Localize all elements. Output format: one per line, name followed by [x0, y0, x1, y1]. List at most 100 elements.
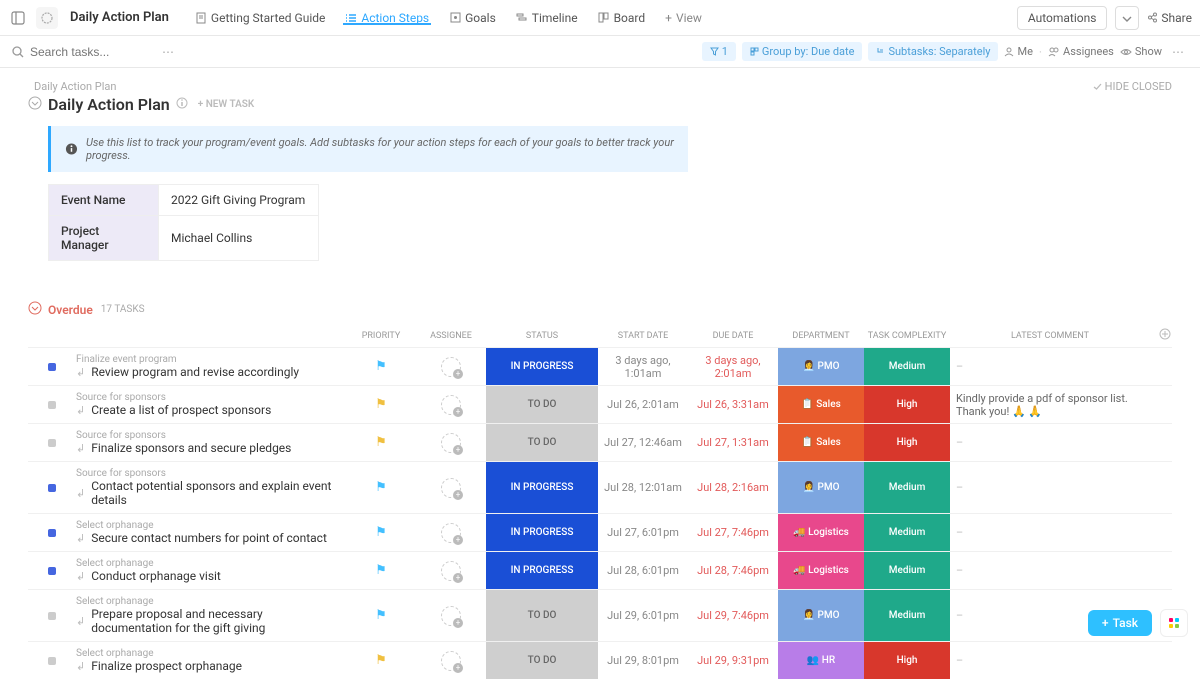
toolbar-more-button[interactable]: ⋯: [1168, 41, 1188, 63]
comment-cell[interactable]: –: [950, 348, 1150, 385]
dept-cell[interactable]: 📋 Sales: [778, 424, 864, 461]
due-date-cell[interactable]: Jul 27, 1:31am: [688, 424, 778, 461]
table-row[interactable]: Source for sponsors ↳ Contact potential …: [28, 461, 1172, 513]
dept-cell[interactable]: 🚚 Logistics: [778, 514, 864, 551]
comment-cell[interactable]: –: [950, 424, 1150, 461]
automations-chevron[interactable]: [1115, 6, 1139, 30]
table-row[interactable]: Select orphanage ↳ Prepare proposal and …: [28, 589, 1172, 641]
comment-cell[interactable]: –: [950, 462, 1150, 513]
col-comment[interactable]: LATEST COMMENT: [950, 331, 1150, 341]
task-cell[interactable]: Source for sponsors ↳ Contact potential …: [76, 462, 346, 513]
comment-cell[interactable]: –: [950, 642, 1150, 679]
task-cell[interactable]: Source for sponsors ↳ Finalize sponsors …: [76, 424, 346, 461]
priority-cell[interactable]: ⚑: [346, 462, 416, 513]
table-row[interactable]: Select orphanage ↳ Conduct orphanage vis…: [28, 551, 1172, 589]
add-column-button[interactable]: [1150, 328, 1180, 343]
dept-cell[interactable]: 👩‍💼 PMO: [778, 590, 864, 641]
new-task-fab[interactable]: + Task: [1088, 610, 1152, 636]
table-row[interactable]: Select orphanage ↳ Secure contact number…: [28, 513, 1172, 551]
status-cell[interactable]: TO DO: [486, 590, 598, 641]
assignee-cell[interactable]: [416, 424, 486, 461]
filter-pill[interactable]: 1: [702, 42, 736, 61]
dept-cell[interactable]: 👥 HR: [778, 642, 864, 679]
col-due[interactable]: DUE DATE: [688, 331, 778, 341]
tab-getting-started[interactable]: Getting Started Guide: [185, 11, 335, 25]
share-button[interactable]: Share: [1147, 11, 1192, 25]
assignee-cell[interactable]: [416, 348, 486, 385]
tab-timeline[interactable]: Timeline: [506, 11, 588, 25]
status-cell[interactable]: IN PROGRESS: [486, 552, 598, 589]
start-date-cell[interactable]: Jul 28, 6:01pm: [598, 552, 688, 589]
dept-cell[interactable]: 👩‍💼 PMO: [778, 348, 864, 385]
add-view-button[interactable]: + View: [655, 11, 712, 25]
due-date-cell[interactable]: Jul 29, 7:46pm: [688, 590, 778, 641]
col-complex[interactable]: TASK COMPLEXITY: [864, 331, 950, 341]
priority-cell[interactable]: ⚑: [346, 642, 416, 679]
info-icon[interactable]: [176, 97, 188, 112]
status-cell[interactable]: TO DO: [486, 424, 598, 461]
priority-cell[interactable]: ⚑: [346, 514, 416, 551]
assignee-cell[interactable]: [416, 386, 486, 423]
col-dept[interactable]: DEPARTMENT: [778, 331, 864, 341]
col-status[interactable]: STATUS: [486, 331, 598, 341]
col-assignee[interactable]: ASSIGNEE: [416, 331, 486, 341]
task-cell[interactable]: Select orphanage ↳ Secure contact number…: [76, 514, 346, 551]
complexity-cell[interactable]: High: [864, 424, 950, 461]
priority-cell[interactable]: ⚑: [346, 590, 416, 641]
dept-cell[interactable]: 🚚 Logistics: [778, 552, 864, 589]
dept-cell[interactable]: 📋 Sales: [778, 386, 864, 423]
start-date-cell[interactable]: Jul 29, 6:01pm: [598, 590, 688, 641]
task-cell[interactable]: Select orphanage ↳ Prepare proposal and …: [76, 590, 346, 641]
subtasks-pill[interactable]: Subtasks: Separately: [868, 42, 998, 61]
table-row[interactable]: Source for sponsors ↳ Create a list of p…: [28, 385, 1172, 423]
dept-cell[interactable]: 👩‍💼 PMO: [778, 462, 864, 513]
assignees-button[interactable]: Assignees: [1048, 45, 1114, 58]
table-row[interactable]: Select orphanage ↳ Finalize prospect orp…: [28, 641, 1172, 679]
status-square[interactable]: [28, 590, 76, 641]
due-date-cell[interactable]: 3 days ago, 2:01am: [688, 348, 778, 385]
priority-cell[interactable]: ⚑: [346, 424, 416, 461]
show-button[interactable]: Show: [1120, 45, 1162, 58]
start-date-cell[interactable]: 3 days ago, 1:01am: [598, 348, 688, 385]
tab-goals[interactable]: Goals: [439, 11, 506, 25]
status-square[interactable]: [28, 348, 76, 385]
pm-value[interactable]: Michael Collins: [159, 216, 319, 261]
comment-cell[interactable]: –: [950, 514, 1150, 551]
new-task-button[interactable]: + NEW TASK: [198, 99, 255, 110]
tab-board[interactable]: Board: [588, 11, 656, 25]
due-date-cell[interactable]: Jul 26, 3:31am: [688, 386, 778, 423]
apps-fab[interactable]: [1160, 609, 1188, 637]
col-start[interactable]: START DATE: [598, 331, 688, 341]
more-options-button[interactable]: ⋯: [158, 41, 178, 63]
col-priority[interactable]: PRIORITY: [346, 331, 416, 341]
start-date-cell[interactable]: Jul 29, 8:01pm: [598, 642, 688, 679]
start-date-cell[interactable]: Jul 28, 12:01am: [598, 462, 688, 513]
status-cell[interactable]: IN PROGRESS: [486, 514, 598, 551]
table-row[interactable]: Source for sponsors ↳ Finalize sponsors …: [28, 423, 1172, 461]
status-cell[interactable]: TO DO: [486, 386, 598, 423]
complexity-cell[interactable]: Medium: [864, 348, 950, 385]
table-row[interactable]: Finalize event program ↳ Review program …: [28, 347, 1172, 385]
collapse-toggle[interactable]: [28, 96, 42, 113]
automations-button[interactable]: Automations: [1017, 6, 1108, 30]
priority-cell[interactable]: ⚑: [346, 386, 416, 423]
due-date-cell[interactable]: Jul 28, 2:16am: [688, 462, 778, 513]
status-square[interactable]: [28, 386, 76, 423]
due-date-cell[interactable]: Jul 28, 7:46pm: [688, 552, 778, 589]
status-cell[interactable]: IN PROGRESS: [486, 462, 598, 513]
comment-cell[interactable]: Kindly provide a pdf of sponsor list. Th…: [950, 386, 1150, 423]
start-date-cell[interactable]: Jul 27, 6:01pm: [598, 514, 688, 551]
status-square[interactable]: [28, 552, 76, 589]
hide-closed-button[interactable]: HIDE CLOSED: [1093, 80, 1172, 93]
complexity-cell[interactable]: Medium: [864, 462, 950, 513]
group-name[interactable]: Overdue: [48, 303, 93, 317]
status-square[interactable]: [28, 514, 76, 551]
task-cell[interactable]: Select orphanage ↳ Finalize prospect orp…: [76, 642, 346, 679]
assignee-cell[interactable]: [416, 590, 486, 641]
status-square[interactable]: [28, 642, 76, 679]
assignee-cell[interactable]: [416, 462, 486, 513]
group-by-pill[interactable]: Group by: Due date: [742, 42, 863, 61]
complexity-cell[interactable]: High: [864, 642, 950, 679]
event-name-value[interactable]: 2022 Gift Giving Program: [159, 185, 319, 216]
priority-cell[interactable]: ⚑: [346, 348, 416, 385]
